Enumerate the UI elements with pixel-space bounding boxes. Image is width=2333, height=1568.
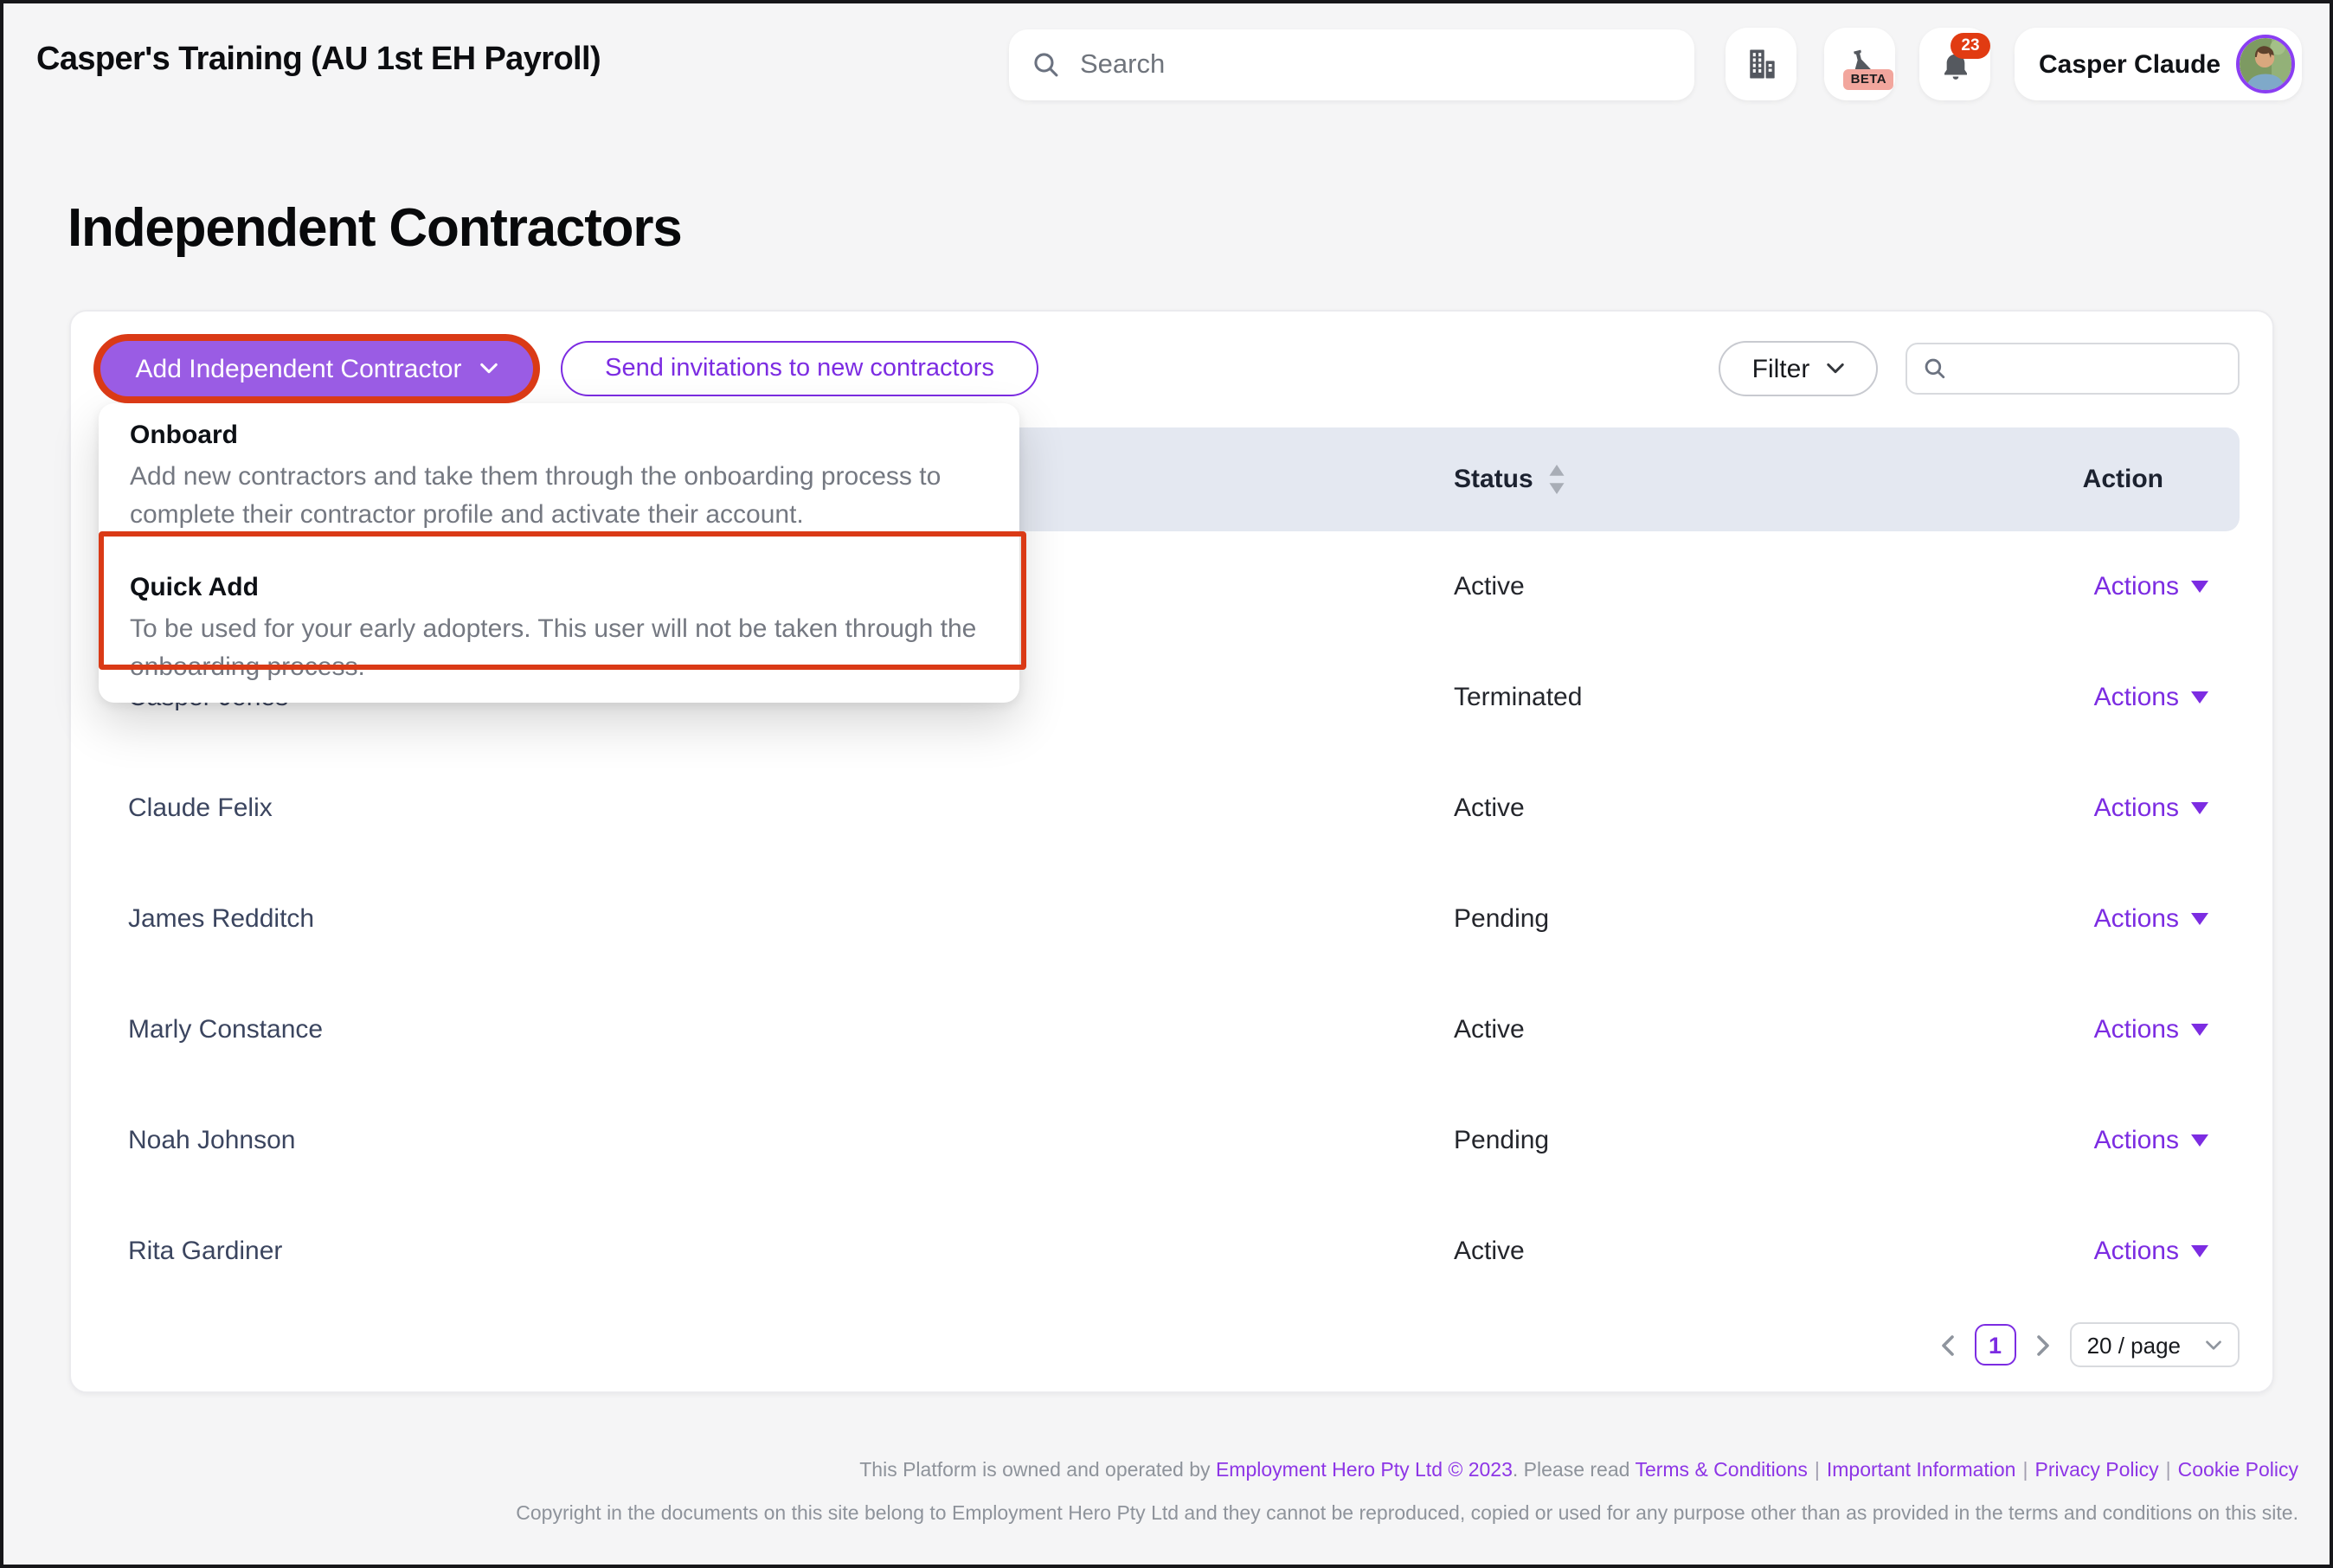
add-contractor-dropdown: Onboard Add new contractors and take the… (99, 403, 1019, 703)
send-invitations-label: Send invitations to new contractors (605, 355, 994, 382)
caret-down-icon (2191, 691, 2208, 704)
terms-link[interactable]: Terms & Conditions (1635, 1461, 1807, 1481)
quick-add-title: Quick Add (130, 573, 988, 602)
actions-label: Actions (2094, 572, 2179, 601)
caret-down-icon (2191, 581, 2208, 593)
important-information-link[interactable]: Important Information (1827, 1461, 2016, 1481)
table-search[interactable] (1906, 343, 2240, 395)
status-value: Pending (1454, 904, 1549, 934)
separator: | (1815, 1461, 1820, 1481)
filter-button[interactable]: Filter (1719, 341, 1878, 396)
page-size-label: 20 / page (2087, 1332, 2181, 1358)
notifications-button[interactable]: 23 (1919, 28, 1990, 100)
next-page-icon[interactable] (2035, 1333, 2051, 1356)
contractor-name: James Redditch (128, 904, 314, 934)
actions-label: Actions (2094, 683, 2179, 712)
contractor-name: Claude Felix (128, 794, 273, 823)
caret-down-icon (2191, 1134, 2208, 1147)
chevron-down-icon (1825, 362, 1844, 376)
page-size-select[interactable]: 20 / page (2070, 1322, 2240, 1367)
footer-legal-line: This Platform is owned and operated by E… (107, 1459, 2298, 1485)
building-icon (1742, 45, 1780, 83)
status-column-label: Status (1454, 465, 1533, 494)
contractor-name: Marly Constance (128, 1015, 323, 1044)
caret-down-icon (2191, 802, 2208, 814)
actions-link[interactable]: Actions (2094, 1126, 2208, 1155)
footer-text: . Please read (1513, 1461, 1636, 1481)
send-invitations-button[interactable]: Send invitations to new contractors (561, 341, 1038, 396)
table-search-input[interactable] (1957, 353, 2222, 384)
caret-down-icon (2191, 1024, 2208, 1036)
dropdown-item-quick-add[interactable]: Quick Add To be used for your early adop… (99, 550, 1019, 703)
footer-text: This Platform is owned and operated by (859, 1461, 1216, 1481)
user-menu[interactable]: Casper Claude (2015, 28, 2302, 100)
footer-copyright-line: Copyright in the documents on this site … (107, 1502, 2298, 1528)
add-independent-contractor-button[interactable]: Add Independent Contractor (100, 341, 533, 396)
user-name: Casper Claude (2039, 49, 2221, 79)
separator: | (2023, 1461, 2028, 1481)
cookie-policy-link[interactable]: Cookie Policy (2178, 1461, 2298, 1481)
onboard-description: Add new contractors and take them throug… (130, 459, 988, 535)
actions-link[interactable]: Actions (2094, 572, 2208, 601)
search-icon (1923, 357, 1947, 381)
beta-features-button[interactable]: BETA (1824, 28, 1895, 100)
contractor-name: Noah Johnson (128, 1126, 296, 1155)
caret-down-icon (2191, 1245, 2208, 1257)
global-search[interactable] (1009, 29, 1694, 100)
actions-link[interactable]: Actions (2094, 794, 2208, 823)
organisation-button[interactable] (1726, 28, 1796, 100)
quick-add-description: To be used for your early adopters. This… (130, 611, 988, 687)
status-value: Active (1454, 572, 1525, 601)
status-value: Pending (1454, 1126, 1549, 1155)
privacy-policy-link[interactable]: Privacy Policy (2035, 1461, 2159, 1481)
beta-badge: BETA (1844, 68, 1893, 90)
chevron-down-icon (479, 362, 498, 376)
app-title: Casper's Training (AU 1st EH Payroll) (36, 42, 601, 80)
notification-count-badge: 23 (1951, 33, 1990, 59)
footer: This Platform is owned and operated by E… (107, 1459, 2298, 1528)
status-value: Active (1454, 794, 1525, 823)
column-header-action: Action (2083, 465, 2163, 494)
onboard-title: Onboard (130, 421, 988, 450)
contractors-card: Add Independent Contractor Send invitati… (69, 310, 2274, 1393)
pagination: 1 20 / page (1940, 1322, 2240, 1367)
contractor-name: Rita Gardiner (128, 1237, 282, 1266)
app-window: Casper's Training (AU 1st EH Payroll) (0, 0, 2333, 1568)
status-value: Terminated (1454, 683, 1582, 712)
caret-down-icon (2191, 913, 2208, 925)
actions-label: Actions (2094, 1126, 2179, 1155)
page-title: Independent Contractors (67, 197, 682, 260)
actions-label: Actions (2094, 904, 2179, 934)
actions-link[interactable]: Actions (2094, 1015, 2208, 1044)
actions-label: Actions (2094, 1015, 2179, 1044)
table-row: Marly Constance Active Actions (71, 974, 2272, 1085)
status-value: Active (1454, 1237, 1525, 1266)
dropdown-item-onboard[interactable]: Onboard Add new contractors and take the… (99, 403, 1019, 550)
actions-link[interactable]: Actions (2094, 904, 2208, 934)
table-row: Rita Gardiner Active Actions (71, 1196, 2272, 1307)
operator-link[interactable]: Employment Hero Pty Ltd © 2023 (1216, 1461, 1513, 1481)
search-icon (1032, 50, 1061, 80)
actions-link[interactable]: Actions (2094, 1237, 2208, 1266)
previous-page-icon[interactable] (1940, 1333, 1956, 1356)
add-button-label: Add Independent Contractor (136, 354, 462, 383)
actions-link[interactable]: Actions (2094, 683, 2208, 712)
chevron-down-icon (2205, 1339, 2222, 1351)
current-page-button[interactable]: 1 (1975, 1324, 2016, 1366)
sort-icon (1547, 465, 1566, 494)
filter-label: Filter (1752, 354, 1810, 383)
status-value: Active (1454, 1015, 1525, 1044)
table-row: Noah Johnson Pending Actions (71, 1085, 2272, 1196)
actions-label: Actions (2094, 794, 2179, 823)
table-row: James Redditch Pending Actions (71, 864, 2272, 974)
table-row: Claude Felix Active Actions (71, 753, 2272, 864)
avatar (2236, 35, 2295, 93)
separator: | (2166, 1461, 2171, 1481)
column-header-status[interactable]: Status (1454, 465, 1566, 494)
global-search-input[interactable] (1077, 48, 1672, 82)
actions-label: Actions (2094, 1237, 2179, 1266)
